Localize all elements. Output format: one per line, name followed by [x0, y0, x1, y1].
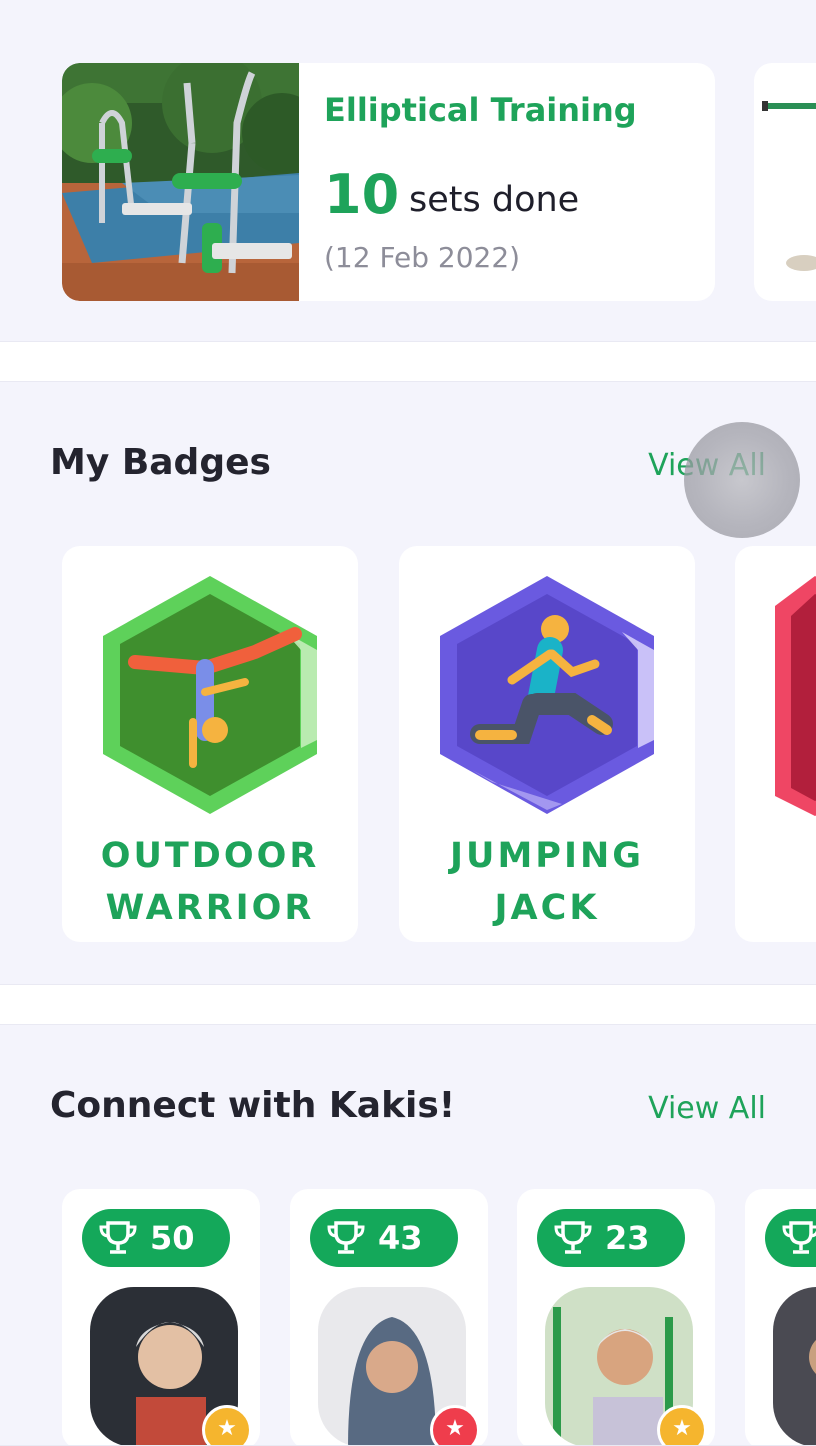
- activity-card-next[interactable]: [754, 63, 816, 301]
- points-pill: 43: [310, 1209, 458, 1267]
- kakis-view-all-link[interactable]: View All: [648, 1091, 766, 1126]
- activity-count: 10: [324, 163, 400, 226]
- kaki-card[interactable]: 23 ★: [517, 1189, 715, 1445]
- recent-activity-section: Elliptical Training 10 sets done (12 Feb…: [0, 0, 816, 342]
- activity-unit: sets done: [409, 180, 580, 220]
- kaki-card-partial[interactable]: [745, 1189, 816, 1445]
- activity-date: (12 Feb 2022): [324, 241, 521, 274]
- badge-card-jumping-jack[interactable]: JUMPING JACK: [399, 546, 695, 942]
- kaki-card[interactable]: 43 ★: [290, 1189, 488, 1445]
- runner-icon: [440, 576, 654, 814]
- section-title: Connect with Kakis!: [50, 1085, 456, 1126]
- star-icon: ★: [202, 1405, 252, 1445]
- badge-card-outdoor-warrior[interactable]: OUTDOOR WARRIOR: [62, 546, 358, 942]
- kaki-card[interactable]: 50 ★: [62, 1189, 260, 1445]
- touch-indicator: [684, 422, 800, 538]
- badge-card-partial[interactable]: [735, 546, 816, 942]
- trophy-icon: [781, 1219, 816, 1265]
- points-pill: 50: [82, 1209, 230, 1267]
- trophy-icon: [98, 1219, 138, 1265]
- points-value: 23: [605, 1219, 650, 1257]
- activity-title: Elliptical Training: [324, 91, 637, 129]
- star-icon: ★: [657, 1405, 707, 1445]
- points-value: 43: [378, 1219, 423, 1257]
- trophy-icon: [326, 1219, 366, 1265]
- section-title: My Badges: [50, 442, 271, 483]
- badge-label: JUMPING JACK: [450, 836, 644, 928]
- badge-label: OUTDOOR WARRIOR: [100, 836, 320, 928]
- elliptical-photo: [62, 63, 299, 301]
- points-pill: 23: [537, 1209, 685, 1267]
- points-pill: [765, 1209, 816, 1267]
- points-value: 50: [150, 1219, 195, 1257]
- connect-kakis-section: Connect with Kakis! View All 50 ★ 43 ★ 2…: [0, 1024, 816, 1446]
- star-icon: ★: [430, 1405, 480, 1445]
- avatar: [773, 1287, 816, 1445]
- activity-card[interactable]: Elliptical Training 10 sets done (12 Feb…: [62, 63, 715, 301]
- badge-icon: [775, 576, 816, 816]
- handstand-icon: [103, 576, 317, 814]
- trophy-icon: [553, 1219, 593, 1265]
